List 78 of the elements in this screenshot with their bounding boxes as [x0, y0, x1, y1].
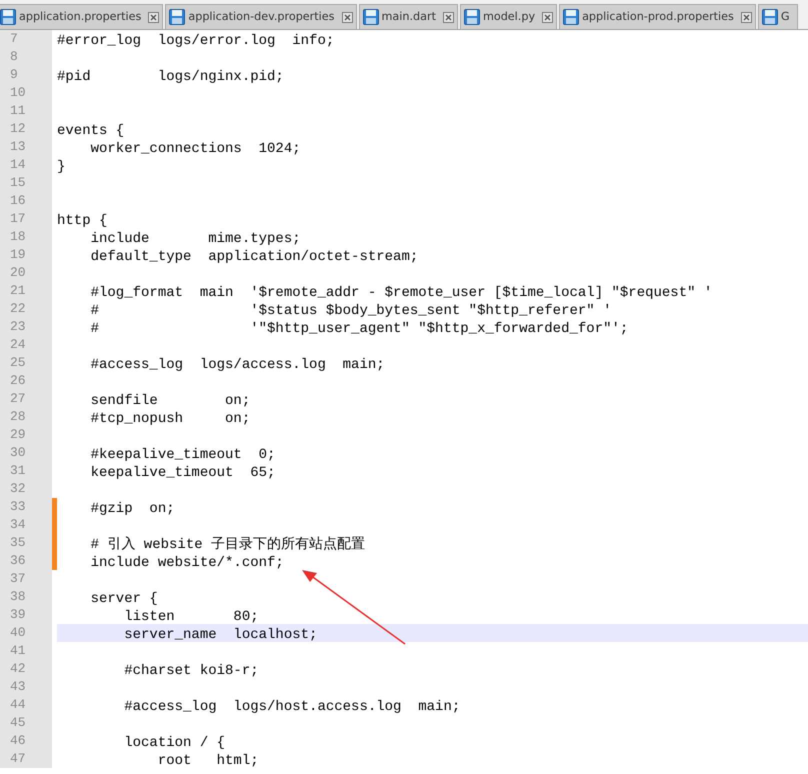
line-number: 42 — [10, 661, 26, 676]
line-number: 46 — [10, 733, 26, 748]
code-line: include website/*.conf; — [90, 555, 284, 571]
line-number: 44 — [10, 697, 26, 712]
line-number: 36 — [10, 553, 26, 568]
line-number: 31 — [10, 463, 26, 478]
line-number: 45 — [10, 715, 26, 730]
file-tab[interactable]: G — [758, 4, 798, 29]
code-line: #pid logs/nginx.pid; — [57, 69, 284, 85]
line-number: 16 — [10, 193, 26, 208]
line-number: 39 — [10, 607, 26, 622]
line-number: 26 — [10, 373, 26, 388]
line-number: 33 — [10, 499, 26, 514]
line-number: 37 — [10, 571, 26, 586]
code-line: location / { — [123, 735, 226, 751]
line-number: 19 — [10, 247, 26, 262]
file-tab[interactable]: model.py — [460, 4, 558, 29]
line-number: 22 — [10, 301, 26, 316]
line-number: 35 — [10, 535, 26, 550]
line-number: 10 — [10, 85, 26, 100]
file-tab[interactable]: application-prod.properties — [559, 4, 756, 29]
code-line: #access_log logs/access.log main; — [90, 357, 385, 373]
code-line: # 引入 website 子目录下的所有站点配置 — [90, 537, 366, 553]
line-number: 14 — [10, 157, 26, 172]
code-line: #keepalive_timeout 0; — [90, 447, 276, 463]
line-number: 43 — [10, 679, 26, 694]
file-tab[interactable]: main.dart — [358, 4, 458, 29]
line-number: 8 — [10, 49, 18, 64]
close-icon[interactable] — [342, 12, 352, 22]
code-line: # '$status $body_bytes_sent "$http_referer" ' — [90, 303, 612, 319]
code-line: #gzip on; — [90, 501, 175, 517]
line-number: 41 — [10, 643, 26, 658]
close-icon[interactable] — [542, 12, 554, 22]
line-number: 38 — [10, 589, 26, 604]
close-icon[interactable] — [740, 12, 752, 22]
line-number: 9 — [10, 67, 18, 82]
line-number: 25 — [10, 355, 26, 370]
line-number: 28 — [10, 409, 26, 424]
line-number: 27 — [10, 391, 26, 406]
line-number: 23 — [10, 319, 26, 334]
line-number: 47 — [10, 751, 26, 766]
code-line: include mime.types; — [90, 231, 301, 247]
line-number: 30 — [10, 445, 26, 460]
code-line: keepalive_timeout 65; — [90, 465, 276, 481]
line-number: 7 — [10, 31, 18, 46]
line-number: 29 — [10, 427, 26, 442]
code-line: events { — [57, 123, 124, 139]
code-line: sendfile on; — [90, 393, 250, 409]
line-number: 18 — [10, 229, 26, 244]
code-line: #charset koi8-r; — [123, 663, 259, 679]
code-line: # '"$http_user_agent" "$http_x_forwarded_for"'; — [90, 321, 628, 337]
line-number: 40 — [10, 625, 26, 640]
line-number: 21 — [10, 283, 26, 298]
close-icon[interactable] — [442, 12, 454, 22]
code-line: #log_format main '$remote_addr - $remote_user [$time_local] "$request" ' — [90, 285, 712, 301]
file-tab[interactable]: application.properties — [0, 4, 164, 29]
line-number: 12 — [10, 121, 26, 136]
code-line: http { — [57, 213, 108, 229]
code-line: root html; — [156, 753, 259, 769]
code-line: #tcp_nopush on; — [90, 411, 250, 427]
line-number: 32 — [10, 481, 26, 496]
close-icon[interactable] — [148, 12, 160, 22]
code-line: worker_connections 1024; — [90, 141, 301, 157]
line-number: 11 — [10, 103, 26, 118]
line-number: 17 — [10, 211, 26, 226]
line-number: 24 — [10, 337, 26, 352]
line-number: 20 — [10, 265, 26, 280]
code-line: server { — [90, 591, 158, 607]
code-line: listen 80; — [123, 609, 259, 625]
code-line: default_type application/octet-stream; — [90, 249, 418, 265]
code-line: server_name localhost; — [123, 627, 318, 643]
line-number: 13 — [10, 139, 26, 154]
file-tab[interactable]: application-dev.properties — [165, 4, 356, 29]
line-number: 34 — [10, 517, 26, 532]
code-line: #error_log logs/error.log info; — [57, 33, 334, 49]
code-line: } — [57, 159, 66, 175]
line-number: 15 — [10, 175, 26, 190]
code-line: #access_log logs/host.access.log main; — [123, 699, 460, 715]
